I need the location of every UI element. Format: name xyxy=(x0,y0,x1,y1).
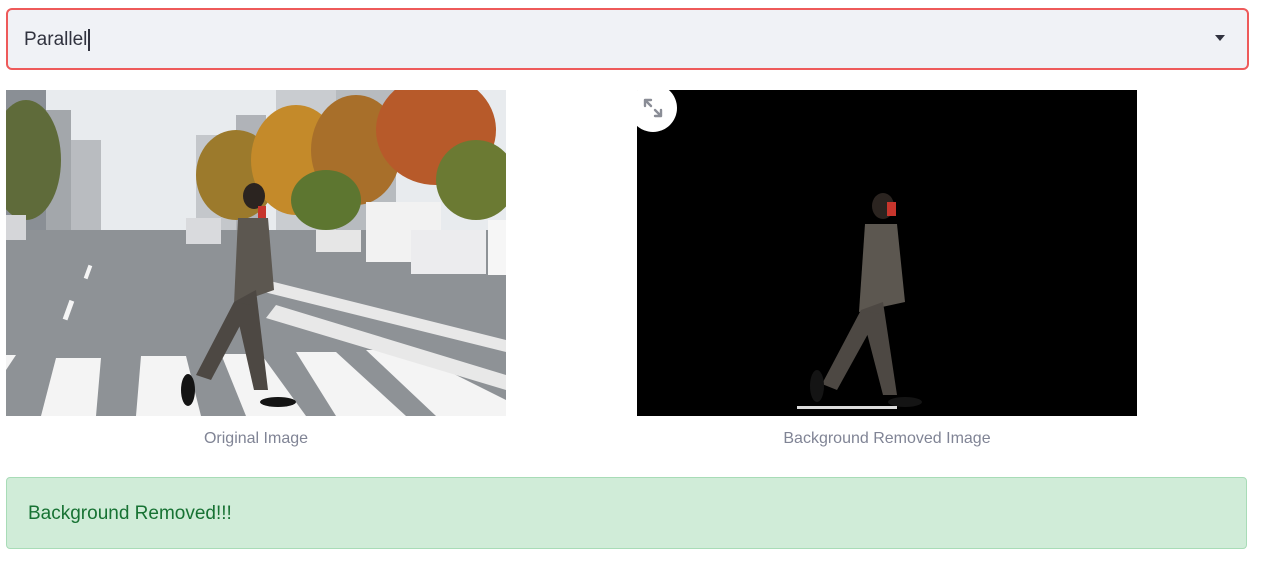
parallel-selectbox[interactable]: Parallel xyxy=(6,8,1249,70)
original-image xyxy=(6,90,506,416)
expand-icon xyxy=(643,98,663,118)
original-image-caption: Original Image xyxy=(203,430,309,447)
selectbox-value[interactable]: Parallel xyxy=(24,29,91,51)
chevron-down-icon[interactable] xyxy=(1215,35,1225,41)
background-removed-image xyxy=(637,90,1137,416)
removed-image-caption: Background Removed Image xyxy=(783,430,991,447)
original-street-photo xyxy=(6,90,506,416)
fullscreen-button[interactable] xyxy=(629,84,677,132)
alert-message: Background Removed!!! xyxy=(28,503,232,524)
text-caret xyxy=(88,29,91,51)
success-alert: Background Removed!!! xyxy=(6,477,1247,549)
removed-background-photo xyxy=(637,90,1137,416)
selectbox-value-text: Parallel xyxy=(24,29,88,50)
